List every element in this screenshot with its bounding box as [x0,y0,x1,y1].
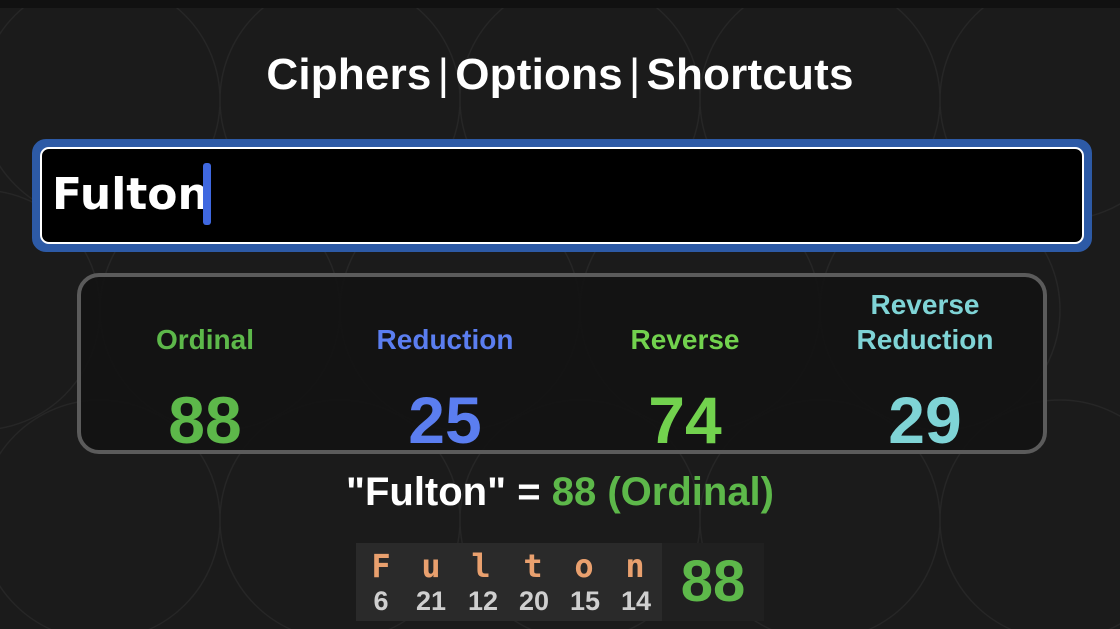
cipher-label: Reduction [856,324,994,355]
text-caret [203,163,211,225]
letter-breakdown: F u l t o n 6 21 12 20 15 14 [356,543,662,621]
phrase-input-focus-ring: Fulton [32,139,1092,252]
breakdown-value: 21 [415,586,447,616]
result-value: 88 [551,470,597,514]
breakdown-letter: o [574,547,594,585]
cipher-results-panel: Ordinal 88 Reduction 25 Reverse 74 Rever… [77,273,1047,455]
result-phrase: "Fulton" [345,470,507,514]
cipher-label: Reverse [630,324,740,355]
cipher-value: 74 [648,383,722,457]
result-equals: = [517,470,541,514]
phrase-input-value: Fulton [52,169,209,220]
breakdown-value: 20 [518,586,550,616]
cipher-label-line1: Reverse [870,289,980,320]
breakdown-value: 12 [467,586,499,616]
cipher-label-line1 [85,287,325,322]
result-cipher-name: (Ordinal) [607,470,774,514]
breakdown-letter: F [371,547,391,585]
breakdown-value: 14 [620,586,652,616]
breakdown-value: 15 [569,586,601,616]
top-nav: Ciphers | Options | Shortcuts [0,50,1120,100]
cipher-reverse[interactable]: Reverse 74 [565,287,805,455]
cipher-label: Ordinal [155,324,254,355]
breakdown-total: 88 [662,543,764,621]
breakdown-letter: l [471,547,491,585]
nav-ciphers-link[interactable]: Ciphers [266,50,431,99]
cipher-reverse-reduction[interactable]: Reverse Reduction 29 [805,287,1045,455]
cipher-ordinal[interactable]: Ordinal 88 [85,287,325,455]
nav-separator: | [628,50,641,99]
top-bar [0,0,1120,8]
cipher-label-line1 [565,287,805,322]
phrase-input[interactable]: Fulton [40,147,1084,244]
cipher-label-line1 [325,287,565,322]
result-summary: "Fulton" = 88 (Ordinal) [0,470,1120,515]
nav-separator: | [437,50,450,99]
nav-options-link[interactable]: Options [455,50,623,99]
breakdown-value: 6 [373,586,389,616]
breakdown-letter: t [523,547,543,585]
cipher-label: Reduction [376,324,514,355]
cipher-reduction[interactable]: Reduction 25 [325,287,565,455]
breakdown-letter: n [625,547,645,585]
nav-shortcuts-link[interactable]: Shortcuts [646,50,853,99]
cipher-value: 29 [888,383,962,457]
breakdown-letter: u [421,547,441,585]
cipher-value: 88 [168,383,242,457]
cipher-value: 25 [408,383,482,457]
